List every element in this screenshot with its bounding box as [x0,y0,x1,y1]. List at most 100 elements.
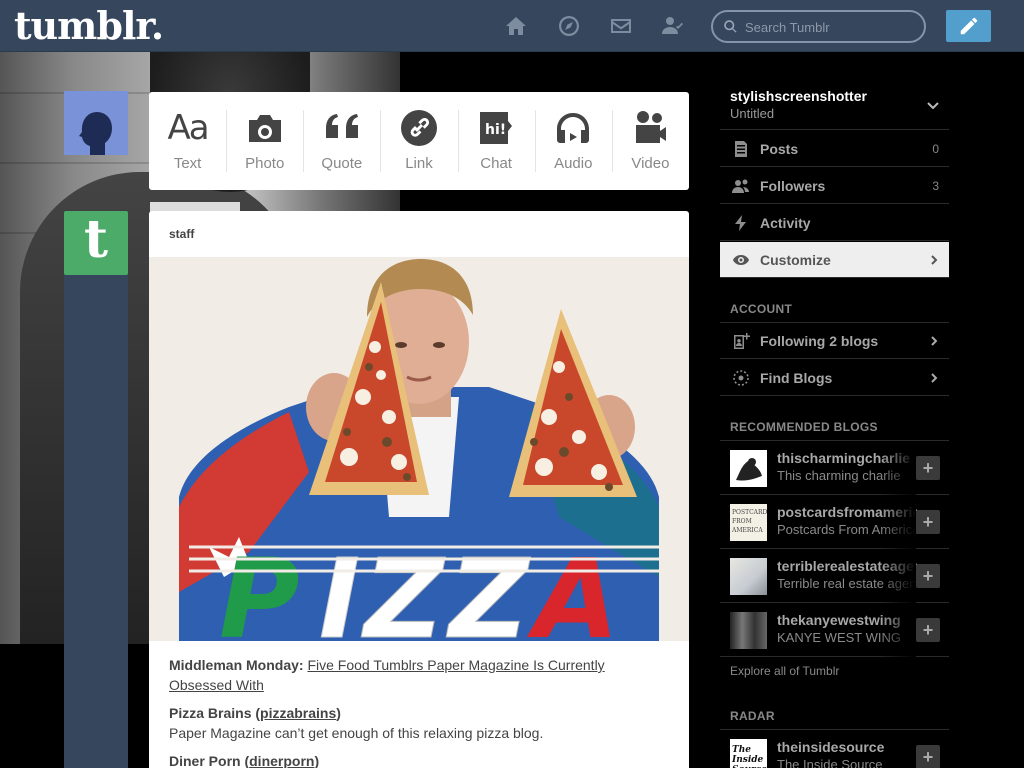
sidebar-item-find-blogs[interactable]: Find Blogs [720,360,949,396]
follow-button[interactable]: + [916,564,940,588]
chevron-right-icon [931,254,938,265]
posts-count: 0 [932,141,939,156]
post-intro-label: Middleman Monday: [169,657,308,673]
chat-icon: hi! [480,112,513,144]
post-type-label: Photo [245,155,285,172]
svg-text:Z: Z [446,535,531,641]
staff-avatar[interactable]: t [64,211,128,275]
radar-blog: The Inside Source theinsidesource The In… [720,730,949,768]
tumblr-logo[interactable]: tumblr. [14,3,164,48]
sidebar-item-following[interactable]: Following 2 blogs [720,323,949,359]
quote-icon [325,114,358,138]
post-type-audio[interactable]: Audio [534,92,612,190]
post-type-video[interactable]: Video [611,92,689,190]
inbox-mail-icon[interactable] [608,14,634,38]
followers-icon [731,176,751,196]
post-type-label: Text [173,155,202,172]
post-intro: Middleman Monday: Five Food Tumblrs Pape… [169,655,669,695]
sidebar-item-label: Activity [760,214,811,231]
svg-text:A: A [526,535,619,641]
blog-title: Untitled [730,106,775,121]
follow-button[interactable]: + [916,456,940,480]
post-type-bar: Aa Text Photo Quote Link hi! Chat Audio … [149,92,689,190]
posts-icon [731,139,751,159]
radar-heading: RADAR [730,709,775,723]
post-type-chat[interactable]: hi! Chat [457,92,535,190]
blog-avatar[interactable]: POSTCARDS FROM AMERICA [730,504,767,541]
post-item-description: Paper Magazine can’t get enough of this … [169,725,544,741]
sidebar-item-posts[interactable]: Posts 0 [720,131,949,167]
dashboard-post: staff P I Z Z A Middleman Monday: Five F… [149,211,689,768]
svg-text:hi!: hi! [485,122,506,138]
search-input[interactable] [745,17,915,37]
account-person-icon[interactable] [660,14,686,38]
text-icon: Aa [167,108,210,148]
blog-link-pizzabrains[interactable]: pizzabrains [260,705,336,721]
chevron-right-icon [931,372,938,383]
blog-avatar[interactable] [730,612,767,649]
post-type-text[interactable]: Aa Text [149,92,226,190]
post-item: Diner Porn (dinerporn) [169,751,669,768]
search-icon [724,20,737,33]
post-author-link[interactable]: staff [169,227,194,241]
blog-avatar[interactable] [730,558,767,595]
dashboard-home-icon[interactable] [503,14,529,38]
camera-icon [248,115,281,142]
default-silhouette-icon [64,91,128,155]
sidebar-item-label: Customize [760,251,831,268]
sidebar-item-label: Posts [760,140,799,157]
post-item: Pizza Brains (pizzabrains) Paper Magazin… [169,703,669,743]
user-avatar[interactable] [64,91,128,155]
blog-name: stylishscreenshotter [730,88,867,104]
recommended-blog: thekanyewestwing KANYE WEST WING + [720,603,949,657]
activity-bolt-icon [731,213,751,233]
post-type-label: Audio [554,155,593,172]
explore-all-link[interactable]: Explore all of Tumblr [730,664,839,678]
post-item-name: Pizza Brains (pizzabrains) [169,705,341,721]
headphones-icon [557,113,590,143]
recommended-blog: POSTCARDS FROM AMERICA postcardsfromamer… [720,495,949,549]
follow-button[interactable]: + [916,745,940,768]
search-box[interactable] [711,10,926,43]
chevron-down-icon [927,102,939,110]
post-type-quote[interactable]: Quote [303,92,380,190]
compose-post-button[interactable] [946,10,991,42]
blog-avatar[interactable]: The Inside Source [730,739,767,768]
sidebar-item-label: Followers [760,177,826,194]
post-photo[interactable]: P I Z Z A [149,257,689,641]
follow-button[interactable]: + [916,618,940,642]
post-type-label: Chat [480,155,512,172]
explore-compass-icon[interactable] [556,14,582,38]
sidebar-item-label: Find Blogs [760,369,833,386]
post-type-photo[interactable]: Photo [226,92,303,190]
pencil-icon [960,17,977,35]
blog-name[interactable]: theinsidesource [777,739,917,755]
link-icon [400,110,437,146]
following-icon [731,331,751,351]
sidebar-item-followers[interactable]: Followers 3 [720,168,949,204]
sidebar-item-activity[interactable]: Activity [720,205,949,241]
post-type-link[interactable]: Link [380,92,457,190]
follow-button[interactable]: + [916,510,940,534]
post-avatar-rail [64,274,128,768]
blog-switcher[interactable]: stylishscreenshotter Untitled [720,88,949,130]
find-blogs-icon [731,368,751,388]
top-navigation-bar: tumblr. [0,0,1024,52]
pizza-graphic-text-p: P [219,535,300,641]
blog-link-dinerporn[interactable]: dinerporn [249,753,314,768]
tumblr-t-logo-icon: t [83,209,109,270]
blog-title: The Inside Source [777,757,883,768]
blog-avatar[interactable] [730,450,767,487]
chevron-right-icon [931,335,938,346]
post-type-label: Video [631,155,670,172]
eye-icon [731,250,751,270]
post-type-label: Link [405,155,433,172]
recommended-blog: terriblerealestateagentphotos Terrible r… [720,549,949,603]
svg-text:Z: Z [361,535,446,641]
followers-count: 3 [932,178,939,193]
video-camera-icon [636,111,667,143]
sidebar-item-customize[interactable]: Customize [720,242,949,278]
recommended-blogs-heading: RECOMMENDED BLOGS [730,420,878,434]
sidebar-item-label: Following 2 blogs [760,332,879,349]
account-heading: ACCOUNT [730,302,793,316]
